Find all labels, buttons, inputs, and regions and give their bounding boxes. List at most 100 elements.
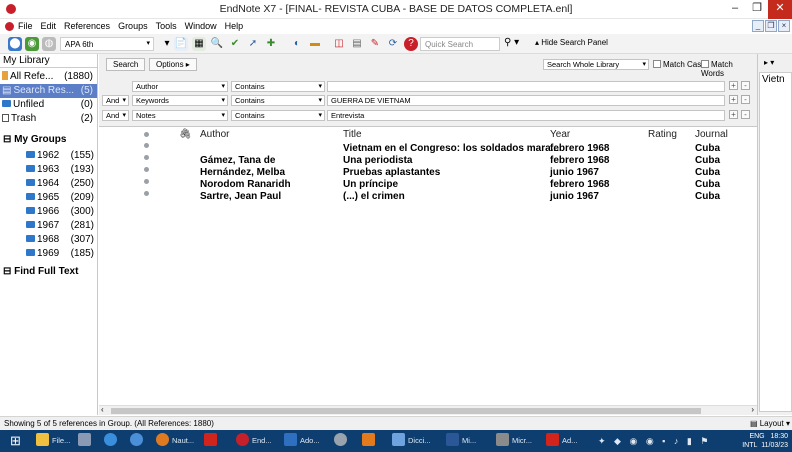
my-groups-header[interactable]: ⊟ My Groups bbox=[3, 134, 66, 145]
menu-help[interactable]: Help bbox=[225, 21, 244, 31]
integrated-library-icon[interactable]: ◍ bbox=[42, 37, 56, 51]
search-icon[interactable]: ⚲ ▾ bbox=[504, 37, 519, 48]
menu-groups[interactable]: Groups bbox=[118, 21, 148, 31]
maximize-button[interactable]: ❐ bbox=[746, 0, 768, 19]
field-select[interactable]: Notes ▾ bbox=[132, 110, 228, 121]
open-file-icon[interactable]: ➚ bbox=[246, 37, 260, 51]
find-full-text-header[interactable]: ⊟ Find Full Text bbox=[3, 266, 78, 277]
mdi-minimize-button[interactable]: _ bbox=[752, 20, 764, 32]
menu-file[interactable]: File bbox=[18, 21, 33, 31]
add-row-button[interactable]: + bbox=[729, 110, 738, 119]
operator-select[interactable]: Contains ▾ bbox=[231, 110, 325, 121]
search-value-input[interactable]: Entrevista bbox=[327, 110, 725, 121]
group-item[interactable]: 1962 (155) bbox=[26, 150, 96, 161]
taskbar-item-word[interactable]: Mi... bbox=[446, 433, 476, 449]
group-item[interactable]: 1965 (209) bbox=[26, 192, 96, 203]
search-button[interactable]: Search bbox=[106, 58, 146, 71]
horizontal-scrollbar[interactable]: ‹ › bbox=[99, 405, 757, 415]
sidebar-item-unfiled[interactable]: Unfiled (0) bbox=[0, 98, 97, 112]
insert-citation-icon[interactable]: ▾ bbox=[160, 37, 174, 51]
add-row-button[interactable]: + bbox=[729, 81, 738, 90]
sidebar-item-search-results[interactable]: ▤ Search Res... (5) bbox=[0, 84, 97, 98]
output-style-select[interactable]: APA 6th ▾ bbox=[60, 37, 154, 51]
menu-tools[interactable]: Tools bbox=[156, 21, 177, 31]
format-paper-icon[interactable]: ▤ bbox=[350, 37, 364, 51]
search-scope-select[interactable]: Search Whole Library ▾ bbox=[543, 59, 649, 70]
taskbar-item-chrome[interactable] bbox=[130, 433, 146, 449]
bool-select[interactable]: And ▾ bbox=[102, 110, 129, 121]
group-item[interactable]: 1964 (250) bbox=[26, 178, 96, 189]
scroll-left-icon[interactable]: ‹ bbox=[101, 405, 104, 414]
menu-references[interactable]: References bbox=[64, 21, 110, 31]
bool-select[interactable]: And ▾ bbox=[102, 95, 129, 106]
taskbar-item-endnote[interactable]: End... bbox=[236, 433, 272, 449]
column-header-rating[interactable]: Rating bbox=[648, 129, 677, 140]
table-row[interactable]: Sartre, Jean Paul (...) el crimen junio … bbox=[99, 191, 757, 203]
match-case-checkbox[interactable]: Match Case bbox=[653, 60, 706, 69]
start-icon[interactable]: ⊞ bbox=[10, 433, 21, 449]
taskbar-item-dicci[interactable]: Dicci... bbox=[392, 433, 431, 449]
field-select[interactable]: Keywords ▾ bbox=[132, 95, 228, 106]
find-full-text-icon[interactable]: 🔍 bbox=[210, 37, 224, 51]
field-select[interactable]: Author ▾ bbox=[132, 81, 228, 92]
hide-search-panel-button[interactable]: ▴ Hide Search Panel bbox=[535, 38, 608, 47]
column-header-title[interactable]: Title bbox=[343, 129, 362, 140]
attachment-column-icon[interactable]: 🖇 bbox=[179, 129, 192, 140]
online-search-icon[interactable]: ◉ bbox=[25, 37, 39, 51]
table-row[interactable]: Norodom Ranaridh Un príncipe febrero 196… bbox=[99, 179, 757, 191]
sync-icon[interactable]: ◐ bbox=[290, 37, 304, 51]
group-item[interactable]: 1963 (193) bbox=[26, 164, 96, 175]
group-item[interactable]: 1968 (307) bbox=[26, 234, 96, 245]
group-item[interactable]: 1969 (185) bbox=[26, 248, 96, 259]
taskbar-item-ie[interactable] bbox=[104, 433, 120, 449]
menu-window[interactable]: Window bbox=[185, 21, 217, 31]
word-icon[interactable]: ◫ bbox=[332, 37, 346, 51]
remove-row-button[interactable]: - bbox=[741, 81, 750, 90]
export-icon[interactable]: ▦ bbox=[192, 37, 206, 51]
group-item[interactable]: 1966 (300) bbox=[26, 206, 96, 217]
taskbar-item-acrobat[interactable] bbox=[204, 433, 220, 449]
sidebar-item-all-references[interactable]: All Refe... (1880) bbox=[0, 70, 97, 84]
match-words-checkbox[interactable]: Match Words bbox=[701, 60, 757, 78]
scroll-right-icon[interactable]: › bbox=[751, 405, 754, 414]
operator-select[interactable]: Contains ▾ bbox=[231, 95, 325, 106]
search-value-input[interactable] bbox=[327, 81, 725, 92]
taskbar-item-ad[interactable]: Ad... bbox=[546, 433, 577, 449]
taskbar-item-app[interactable] bbox=[334, 433, 350, 449]
preview-field[interactable]: Vietn bbox=[759, 72, 792, 412]
system-clock[interactable]: ENG 18:30 INTL 11/03/23 bbox=[742, 432, 788, 450]
table-row[interactable]: Hernández, Melba Pruebas aplastantes jun… bbox=[99, 167, 757, 179]
tray-icons[interactable]: ✦ ◆ ◉ ◉ ▪ ♪ ▮ ⚑ bbox=[598, 433, 711, 449]
taskbar-item-naut[interactable]: Naut... bbox=[156, 433, 194, 449]
taskbar-item-file-explorer[interactable]: File... bbox=[36, 433, 70, 449]
close-button[interactable]: ✕ bbox=[768, 0, 792, 19]
refresh-icon[interactable]: ⟳ bbox=[386, 37, 400, 51]
operator-select[interactable]: Contains ▾ bbox=[231, 81, 325, 92]
mdi-close-button[interactable]: × bbox=[778, 20, 790, 32]
remove-row-button[interactable]: - bbox=[741, 95, 750, 104]
group-item[interactable]: 1967 (281) bbox=[26, 220, 96, 231]
folder-icon[interactable]: ▬ bbox=[308, 37, 322, 51]
quick-search-input[interactable]: Quick Search bbox=[420, 37, 500, 51]
column-header-year[interactable]: Year bbox=[550, 129, 570, 140]
scrollbar-thumb[interactable] bbox=[111, 408, 701, 414]
menu-edit[interactable]: Edit bbox=[41, 21, 57, 31]
column-header-author[interactable]: Author bbox=[200, 129, 229, 140]
remove-row-button[interactable]: - bbox=[741, 110, 750, 119]
layout-button[interactable]: ▤ Layout ▾ bbox=[750, 417, 790, 430]
local-library-icon[interactable]: ⬤ bbox=[8, 37, 22, 51]
cite-while-you-write-icon[interactable]: ✎ bbox=[368, 37, 382, 51]
panel-arrows-icon[interactable]: ▸ ▾ bbox=[764, 58, 774, 67]
table-row[interactable]: Vietnam en el Congreso: los soldados mar… bbox=[99, 143, 757, 155]
add-row-button[interactable]: + bbox=[729, 95, 738, 104]
column-header-journal[interactable]: Journal bbox=[695, 129, 728, 140]
new-reference-icon[interactable]: ✚ bbox=[264, 37, 278, 51]
minimize-button[interactable]: – bbox=[724, 0, 746, 19]
help-icon[interactable]: ? bbox=[404, 37, 418, 51]
open-link-icon[interactable]: ✔ bbox=[228, 37, 242, 51]
copy-formatted-icon[interactable]: 📄 bbox=[174, 37, 188, 51]
options-button[interactable]: Options ▸ bbox=[149, 58, 197, 71]
taskbar-item-media[interactable] bbox=[78, 433, 94, 449]
taskbar-item-micr[interactable]: Micr... bbox=[496, 433, 532, 449]
search-value-input[interactable]: GUERRA DE VIETNAM bbox=[327, 95, 725, 106]
